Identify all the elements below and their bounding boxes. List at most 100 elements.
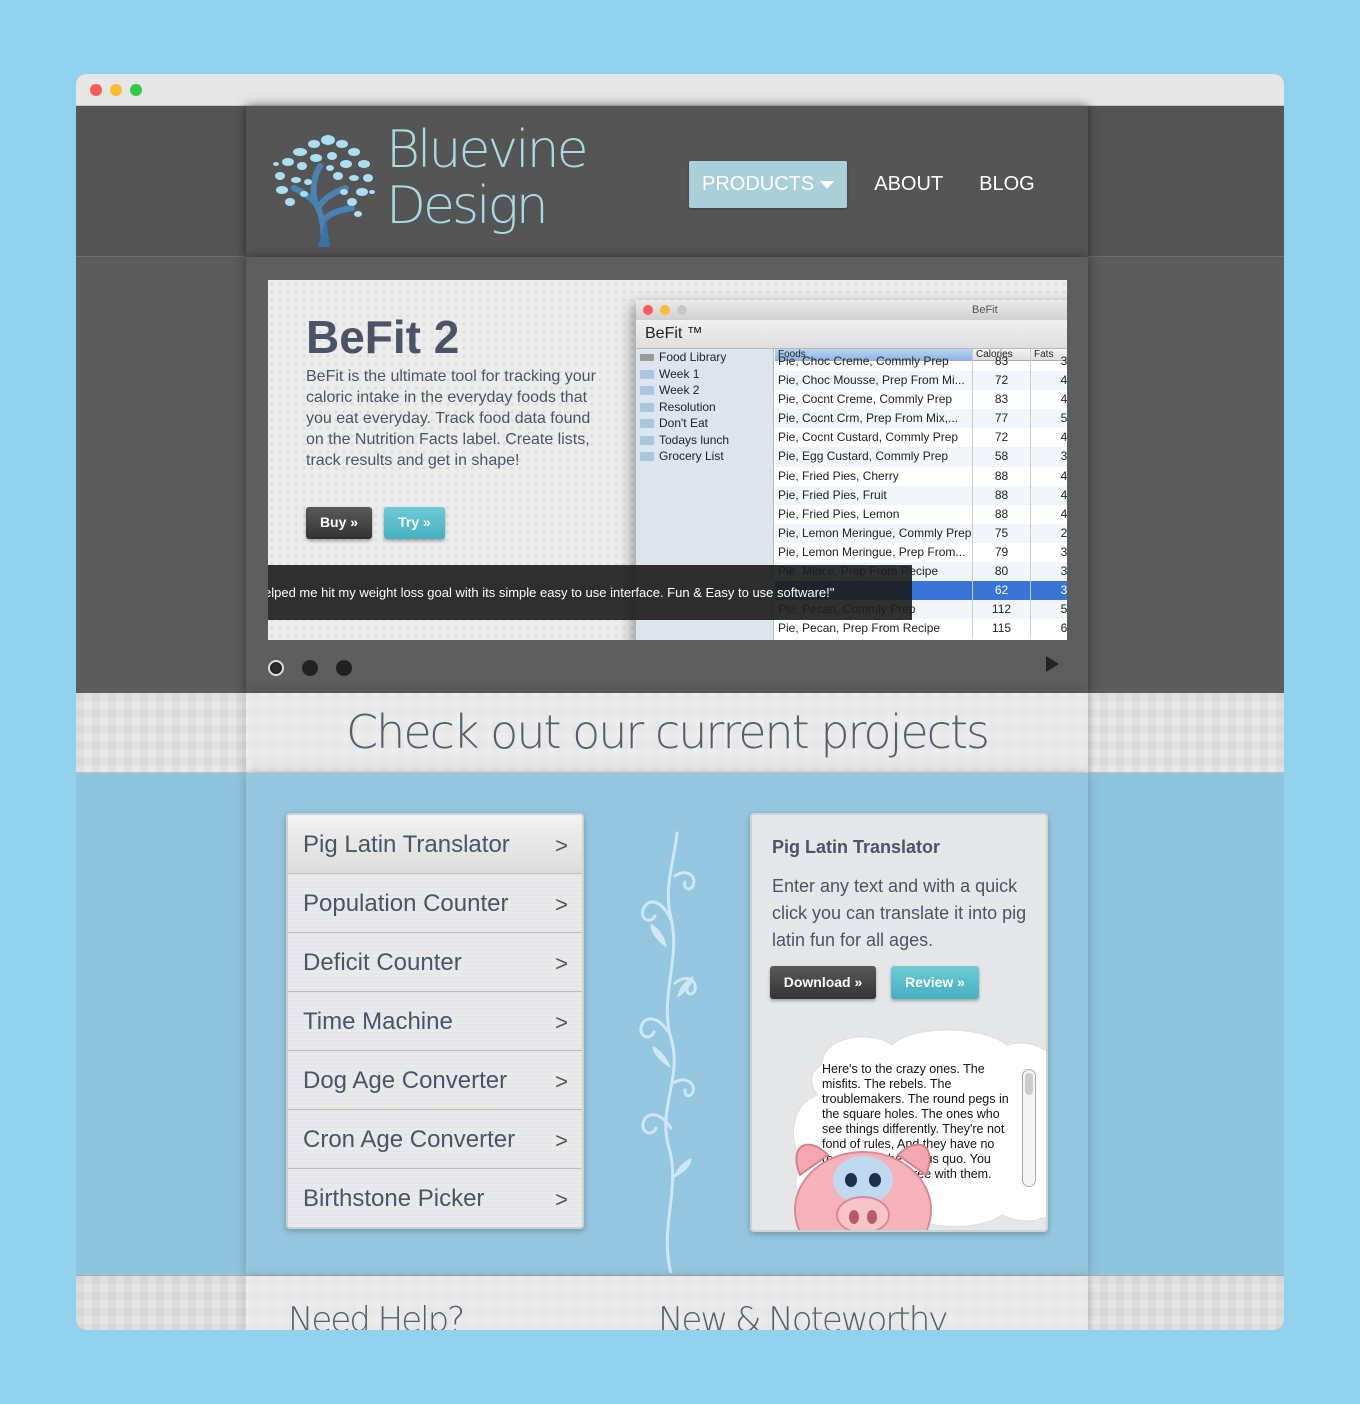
brand-line-2: Design (386, 176, 549, 236)
table-cell: 3g (1060, 544, 1067, 559)
table-cell: Pie, Choc Mousse, Prep From Mi... (775, 371, 973, 391)
slide-bullet-3[interactable] (336, 660, 352, 676)
slide-bullet-2[interactable] (302, 660, 318, 676)
project-list-item[interactable]: Population Counter > (288, 874, 582, 933)
tree-logo-icon[interactable] (268, 122, 383, 247)
table-cell: Pie, Cocnt Crm, Prep From Mix,... (775, 409, 973, 429)
table-cell: Pie, Fried Pies, Cherry (775, 466, 973, 486)
download-button[interactable]: Download » (770, 966, 876, 999)
table-cell: 6g (1060, 621, 1067, 636)
chevron-right-icon: > (555, 833, 568, 858)
table-row[interactable]: Pie, Cocnt Crm, Prep From Mix,...77 5g (775, 409, 1067, 429)
chevron-right-icon: > (555, 1187, 568, 1212)
bubble-scrollbar[interactable] (1022, 1069, 1036, 1187)
brand-line-1: Bluevine (386, 120, 589, 180)
table-cell: Pie, Fried Pies, Lemon (775, 504, 973, 524)
table-cell: 112 (973, 600, 1031, 620)
scroll-thumb[interactable] (1025, 1073, 1033, 1095)
table-row[interactable]: Pie, Choc Mousse, Prep From Mi...72 4g (775, 371, 1067, 391)
project-list-item[interactable]: Pig Latin Translator > (288, 815, 582, 874)
table-cell: 4g (1060, 373, 1067, 388)
nav-products-label: PRODUCTS (702, 173, 815, 195)
slide-description: BeFit is the ultimate tool for tracking … (306, 368, 596, 469)
table-cell: 5g (1060, 602, 1067, 617)
table-cell: 88 (973, 485, 1031, 505)
table-cell: 88 (973, 466, 1031, 486)
app-sidebar-item[interactable]: Week 2 (636, 382, 773, 399)
slide-bullet-1[interactable] (268, 660, 284, 676)
app-sidebar-item[interactable]: Resolution (636, 399, 773, 416)
table-row[interactable]: Pie, Choc Creme, Commly Prep83 3g (775, 352, 1067, 372)
projects-heading-band: Check out our current projects (76, 693, 1284, 773)
table-cell: 83 (973, 352, 1031, 372)
table-cell: 3g (1060, 449, 1067, 464)
table-row[interactable]: Pie, Fried Pies, Lemon88 4g (775, 504, 1067, 524)
table-cell: 2g (1060, 525, 1067, 540)
projects-container: Pig Latin Translator > Population Counter >… (246, 773, 1088, 1275)
app-sidebar-item[interactable]: Grocery List (636, 448, 773, 465)
chevron-down-icon (820, 180, 835, 189)
project-list-item-label: Pig Latin Translator (303, 831, 510, 858)
table-cell: Pie, Choc Creme, Commly Prep (775, 352, 973, 372)
table-cell: 72 (973, 428, 1031, 448)
project-list-item[interactable]: Cron Age Converter > (288, 1110, 582, 1169)
project-list-item[interactable]: Time Machine > (288, 992, 582, 1051)
app-toolbar-title: BeFit ™ (636, 320, 1067, 349)
chevron-right-icon: > (555, 1128, 568, 1153)
app-titlebar: BeFit (636, 300, 1067, 320)
vine-decoration-icon (639, 831, 697, 1273)
table-row[interactable]: Pie, Fried Pies, Fruit88 4g (775, 485, 1067, 505)
project-list-item[interactable]: Deficit Counter > (288, 933, 582, 992)
app-sidebar-item[interactable]: Don't Eat (636, 415, 773, 432)
nav-products[interactable]: PRODUCTS (689, 161, 848, 208)
review-button[interactable]: Review » (891, 966, 979, 999)
table-cell: 115 (973, 619, 1031, 639)
nav-blog[interactable]: BLOG (966, 161, 1048, 208)
try-button[interactable]: Try » (384, 507, 445, 539)
testimonial-bar: elped me hit my weight loss goal with it… (268, 565, 912, 620)
app-sidebar-item[interactable]: Todays lunch (636, 432, 773, 449)
app-sidebar-item[interactable]: Week 1 (636, 366, 773, 383)
table-cell: 5g (1060, 411, 1067, 426)
project-detail-description: Enter any text and with a quick click yo… (772, 876, 1027, 950)
pig-mascot-icon (794, 1143, 932, 1230)
app-sidebar-item[interactable]: Food Library (636, 349, 773, 366)
close-window-button[interactable] (90, 84, 102, 96)
project-list-item-label: Population Counter (303, 890, 509, 917)
project-list-item-label: Time Machine (303, 1008, 453, 1035)
table-cell: 3g (1060, 583, 1067, 598)
footer-container: Need Help? New & Noteworthy (246, 1276, 1088, 1330)
testimonial-text: elped me hit my weight loss goal with it… (268, 585, 835, 600)
table-row[interactable]: Pie, Fried Pies, Cherry88 4g (775, 466, 1067, 486)
table-cell: 79 (973, 542, 1031, 563)
project-list-item-label: Deficit Counter (303, 949, 462, 976)
nav-about[interactable]: ABOUT (861, 161, 956, 208)
table-cell: 4g (1060, 487, 1067, 502)
table-row[interactable]: Pie, Lemon Meringue, Prep From...79 3g (775, 542, 1067, 563)
project-list-item[interactable]: Dog Age Converter > (288, 1051, 582, 1110)
table-cell: 4g (1060, 430, 1067, 445)
table-row[interactable]: Pie, Pecan, Prep From Recipe115 6g (775, 619, 1067, 639)
buy-button[interactable]: Buy » (306, 507, 372, 539)
table-row[interactable]: Pie, Lemon Meringue, Commly Prep75 2g (775, 523, 1067, 543)
slide-befit: BeFit 2 BeFit is the ultimate tool for t… (268, 280, 1067, 640)
table-row[interactable]: Pie, Egg Custard, Commly Prep58 3g (775, 447, 1067, 467)
hero-slider-band: BeFit 2 BeFit is the ultimate tool for t… (76, 257, 1284, 693)
table-cell: 4g (1060, 506, 1067, 521)
projects-section: Pig Latin Translator > Population Counter >… (76, 773, 1284, 1275)
slide-title: BeFit 2 (306, 311, 460, 363)
header-container: Bluevine Design PRODUCTS ABOUT BLOG (246, 106, 1088, 257)
app-window-title: BeFit (972, 304, 998, 316)
chevron-right-icon: > (555, 951, 568, 976)
play-icon[interactable] (1046, 656, 1059, 672)
table-cell: Pie, Fried Pies, Fruit (775, 485, 973, 505)
table-row[interactable]: Pie, Cocnt Custard, Commly Prep72 4g (775, 428, 1067, 448)
table-row[interactable]: Pie, Cocnt Creme, Commly Prep83 4g (775, 390, 1067, 410)
maximize-window-button[interactable] (130, 84, 142, 96)
table-cell: 62 (973, 581, 1031, 601)
table-cell: 75 (973, 523, 1031, 543)
brand-name[interactable]: Bluevine Design (386, 120, 589, 236)
project-list-item[interactable]: Birthstone Picker > (288, 1169, 582, 1227)
table-cell: 72 (973, 371, 1031, 391)
minimize-window-button[interactable] (110, 84, 122, 96)
